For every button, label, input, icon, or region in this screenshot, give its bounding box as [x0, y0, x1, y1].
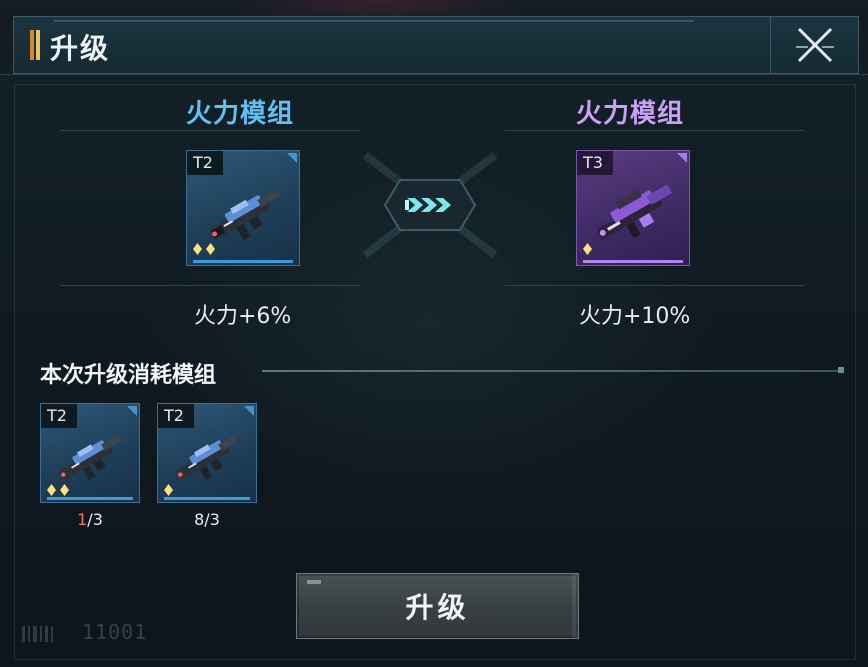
button-edge: [572, 574, 578, 638]
star-rating: [583, 243, 592, 255]
corner-mark-icon: [287, 153, 297, 163]
required-count: /3: [87, 510, 103, 529]
rifle-icon: [210, 188, 281, 241]
owned-count: 8: [194, 510, 205, 529]
corner-mark-icon: [244, 406, 254, 416]
dialog-title: 升级: [50, 32, 111, 65]
tier-label: T2: [158, 404, 194, 428]
header-decoration: [54, 20, 694, 22]
close-icon: [796, 27, 834, 63]
rarity-bar: [193, 260, 293, 263]
current-module-name: 火力模组: [186, 99, 295, 129]
dialog-header: 升级: [13, 16, 859, 74]
rarity-bar: [164, 497, 250, 500]
connector-line: [505, 130, 805, 131]
star-rating: [164, 484, 173, 496]
button-decoration: [307, 580, 321, 584]
diamond-star-icon: [60, 484, 69, 496]
required-count: /3: [204, 510, 220, 529]
watermark-code: 11001: [82, 620, 148, 644]
consume-module-card[interactable]: T2: [157, 403, 257, 503]
diamond-star-icon: [164, 484, 173, 496]
diamond-star-icon: [583, 243, 592, 255]
consume-section-title: 本次升级消耗模组: [40, 363, 217, 388]
owned-count: 1: [77, 510, 88, 529]
next-module-name: 火力模组: [576, 99, 685, 129]
upgrade-button[interactable]: 升级: [296, 573, 579, 639]
rarity-bar: [47, 497, 133, 500]
rifle-icon: [176, 434, 239, 481]
tier-label: T3: [577, 151, 613, 175]
current-stat: 火力+6%: [194, 304, 292, 329]
diamond-star-icon: [206, 243, 215, 255]
connector-line: [60, 285, 360, 286]
tier-label: T2: [187, 151, 223, 175]
upgrade-button-label: 升级: [405, 591, 470, 624]
consume-count: 8/3: [157, 510, 257, 529]
upgrade-arrow-emblem: [362, 151, 498, 259]
divider-end-mark: [838, 367, 844, 373]
next-stat: 火力+10%: [579, 304, 691, 329]
connector-line: [60, 130, 360, 131]
corner-mark-icon: [677, 153, 687, 163]
consume-count: 1/3: [40, 510, 140, 529]
consume-module-card[interactable]: T2: [40, 403, 140, 503]
star-rating: [47, 484, 69, 496]
rifle-icon: [597, 184, 673, 240]
connector-line: [505, 285, 805, 286]
close-button[interactable]: [770, 17, 859, 73]
diamond-star-icon: [193, 243, 202, 255]
title-marker: [30, 30, 42, 60]
star-rating: [193, 243, 215, 255]
rarity-bar: [583, 260, 683, 263]
tier-label: T2: [41, 404, 77, 428]
diamond-star-icon: [47, 484, 56, 496]
rifle-icon: [59, 434, 122, 481]
section-divider: [262, 370, 842, 372]
corner-mark-icon: [127, 406, 137, 416]
current-module-card[interactable]: T2: [186, 150, 300, 266]
next-module-card[interactable]: T3: [576, 150, 690, 266]
barcode-icon: [22, 626, 53, 642]
